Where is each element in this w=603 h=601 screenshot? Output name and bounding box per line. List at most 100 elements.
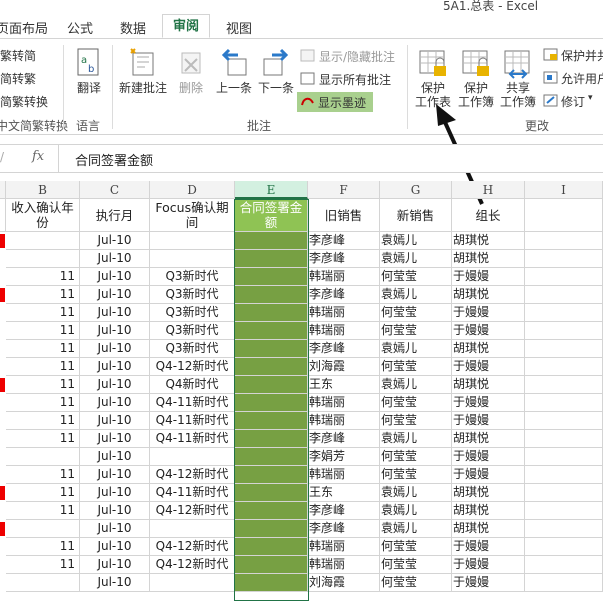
cell-g[interactable]: 何莹莹 bbox=[380, 322, 452, 340]
cell-f[interactable]: 李彦峰 bbox=[308, 340, 380, 358]
cell-g[interactable]: 袁嫣儿 bbox=[380, 484, 452, 502]
cell-f[interactable]: 李彦峰 bbox=[308, 502, 380, 520]
cell-h[interactable]: 于嫚嫚 bbox=[452, 448, 525, 466]
cell-b[interactable]: 11 bbox=[6, 358, 80, 376]
cell-b[interactable]: 11 bbox=[6, 430, 80, 448]
simp-trad-convert-button[interactable]: 简繁转换 bbox=[0, 93, 48, 110]
cell-c[interactable]: Jul-10 bbox=[80, 412, 150, 430]
cell-e[interactable] bbox=[235, 430, 308, 448]
cell-d[interactable] bbox=[150, 250, 235, 268]
column-header-c[interactable]: C bbox=[80, 181, 150, 199]
cell-i[interactable] bbox=[525, 268, 603, 286]
cell-e[interactable] bbox=[235, 538, 308, 556]
cell-b[interactable]: 11 bbox=[6, 286, 80, 304]
cell-i[interactable] bbox=[525, 556, 603, 574]
column-header-b[interactable]: B bbox=[6, 181, 80, 199]
cell-g[interactable]: 袁嫣儿 bbox=[380, 232, 452, 250]
cell-i[interactable] bbox=[525, 520, 603, 538]
cell-g[interactable]: 何莹莹 bbox=[380, 412, 452, 430]
cell-c[interactable]: Jul-10 bbox=[80, 304, 150, 322]
cell-f[interactable]: 韩瑞丽 bbox=[308, 304, 380, 322]
column-header-i[interactable]: I bbox=[525, 181, 603, 199]
cell-b[interactable]: 11 bbox=[6, 538, 80, 556]
cell-i[interactable] bbox=[525, 484, 603, 502]
cell-d[interactable]: Q4-11新时代 bbox=[150, 412, 235, 430]
cell-b[interactable]: 11 bbox=[6, 268, 80, 286]
cell-c[interactable]: Jul-10 bbox=[80, 268, 150, 286]
cell-c[interactable]: Jul-10 bbox=[80, 430, 150, 448]
cell-e[interactable] bbox=[235, 358, 308, 376]
cell-d[interactable]: Q3新时代 bbox=[150, 322, 235, 340]
cell-e[interactable] bbox=[235, 394, 308, 412]
cell-e[interactable] bbox=[235, 322, 308, 340]
cell-f[interactable]: 李彦峰 bbox=[308, 286, 380, 304]
cell-c[interactable]: Jul-10 bbox=[80, 448, 150, 466]
cell-d[interactable]: Q4-11新时代 bbox=[150, 430, 235, 448]
cell-d[interactable]: Q4-12新时代 bbox=[150, 466, 235, 484]
protect-and-share-button[interactable]: 保护并共 bbox=[561, 47, 603, 64]
cell-e[interactable] bbox=[235, 520, 308, 538]
cell-i[interactable] bbox=[525, 574, 603, 592]
share-workbook-button[interactable]: 共享 工作簿 bbox=[498, 47, 538, 109]
cell-g[interactable]: 何莹莹 bbox=[380, 556, 452, 574]
cell-g[interactable]: 袁嫣儿 bbox=[380, 520, 452, 538]
cell-i[interactable] bbox=[525, 448, 603, 466]
cell-f[interactable]: 韩瑞丽 bbox=[308, 412, 380, 430]
cell-d[interactable]: Q4-12新时代 bbox=[150, 538, 235, 556]
header-cell-b[interactable]: 收入确认年份 bbox=[6, 199, 80, 232]
cell-g[interactable]: 何莹莹 bbox=[380, 304, 452, 322]
cell-b[interactable]: 11 bbox=[6, 412, 80, 430]
cell-b[interactable] bbox=[6, 574, 80, 592]
cell-h[interactable]: 胡琪悦 bbox=[452, 376, 525, 394]
cell-b[interactable]: 11 bbox=[6, 556, 80, 574]
header-cell-h[interactable]: 组长 bbox=[452, 199, 525, 232]
cell-d[interactable] bbox=[150, 520, 235, 538]
cell-b[interactable] bbox=[6, 250, 80, 268]
cell-c[interactable]: Jul-10 bbox=[80, 376, 150, 394]
cell-c[interactable]: Jul-10 bbox=[80, 574, 150, 592]
cell-e[interactable] bbox=[235, 448, 308, 466]
cell-b[interactable] bbox=[6, 232, 80, 250]
column-header-g[interactable]: G bbox=[380, 181, 452, 199]
cell-c[interactable]: Jul-10 bbox=[80, 484, 150, 502]
cell-g[interactable]: 何莹莹 bbox=[380, 538, 452, 556]
cell-i[interactable] bbox=[525, 286, 603, 304]
cell-h[interactable]: 于嫚嫚 bbox=[452, 268, 525, 286]
cell-c[interactable]: Jul-10 bbox=[80, 232, 150, 250]
cell-i[interactable] bbox=[525, 412, 603, 430]
cell-d[interactable]: Q4-12新时代 bbox=[150, 358, 235, 376]
chevron-down-icon[interactable]: ▾ bbox=[588, 93, 593, 103]
cell-e[interactable] bbox=[235, 556, 308, 574]
cell-f[interactable]: 韩瑞丽 bbox=[308, 268, 380, 286]
cell-c[interactable]: Jul-10 bbox=[80, 358, 150, 376]
cell-h[interactable]: 胡琪悦 bbox=[452, 520, 525, 538]
cell-i[interactable] bbox=[525, 304, 603, 322]
cell-e[interactable] bbox=[235, 232, 308, 250]
cell-f[interactable]: 韩瑞丽 bbox=[308, 322, 380, 340]
formula-input[interactable]: 合同签署金额 bbox=[75, 150, 153, 169]
cell-g[interactable]: 何莹莹 bbox=[380, 448, 452, 466]
cell-f[interactable]: 韩瑞丽 bbox=[308, 394, 380, 412]
cell-h[interactable]: 于嫚嫚 bbox=[452, 322, 525, 340]
cell-h[interactable]: 胡琪悦 bbox=[452, 502, 525, 520]
translate-button[interactable]: a b 翻译 bbox=[70, 47, 108, 95]
cell-e[interactable] bbox=[235, 250, 308, 268]
cell-f[interactable]: 李彦峰 bbox=[308, 250, 380, 268]
cell-i[interactable] bbox=[525, 322, 603, 340]
header-cell-d[interactable]: Focus确认期间 bbox=[150, 199, 235, 232]
header-cell-i[interactable] bbox=[525, 199, 603, 232]
header-cell-e[interactable]: 合同签署金额 bbox=[235, 199, 308, 232]
cell-g[interactable]: 何莹莹 bbox=[380, 394, 452, 412]
simp-to-trad-button[interactable]: 简转繁 bbox=[0, 70, 36, 87]
cell-i[interactable] bbox=[525, 430, 603, 448]
fx-button[interactable]: fx bbox=[32, 149, 44, 164]
cell-d[interactable]: Q3新时代 bbox=[150, 286, 235, 304]
cell-d[interactable]: Q4新时代 bbox=[150, 376, 235, 394]
cell-c[interactable]: Jul-10 bbox=[80, 520, 150, 538]
cell-g[interactable]: 何莹莹 bbox=[380, 268, 452, 286]
cell-c[interactable]: Jul-10 bbox=[80, 286, 150, 304]
cell-d[interactable] bbox=[150, 232, 235, 250]
cell-b[interactable]: 11 bbox=[6, 394, 80, 412]
cell-i[interactable] bbox=[525, 340, 603, 358]
cell-i[interactable] bbox=[525, 232, 603, 250]
